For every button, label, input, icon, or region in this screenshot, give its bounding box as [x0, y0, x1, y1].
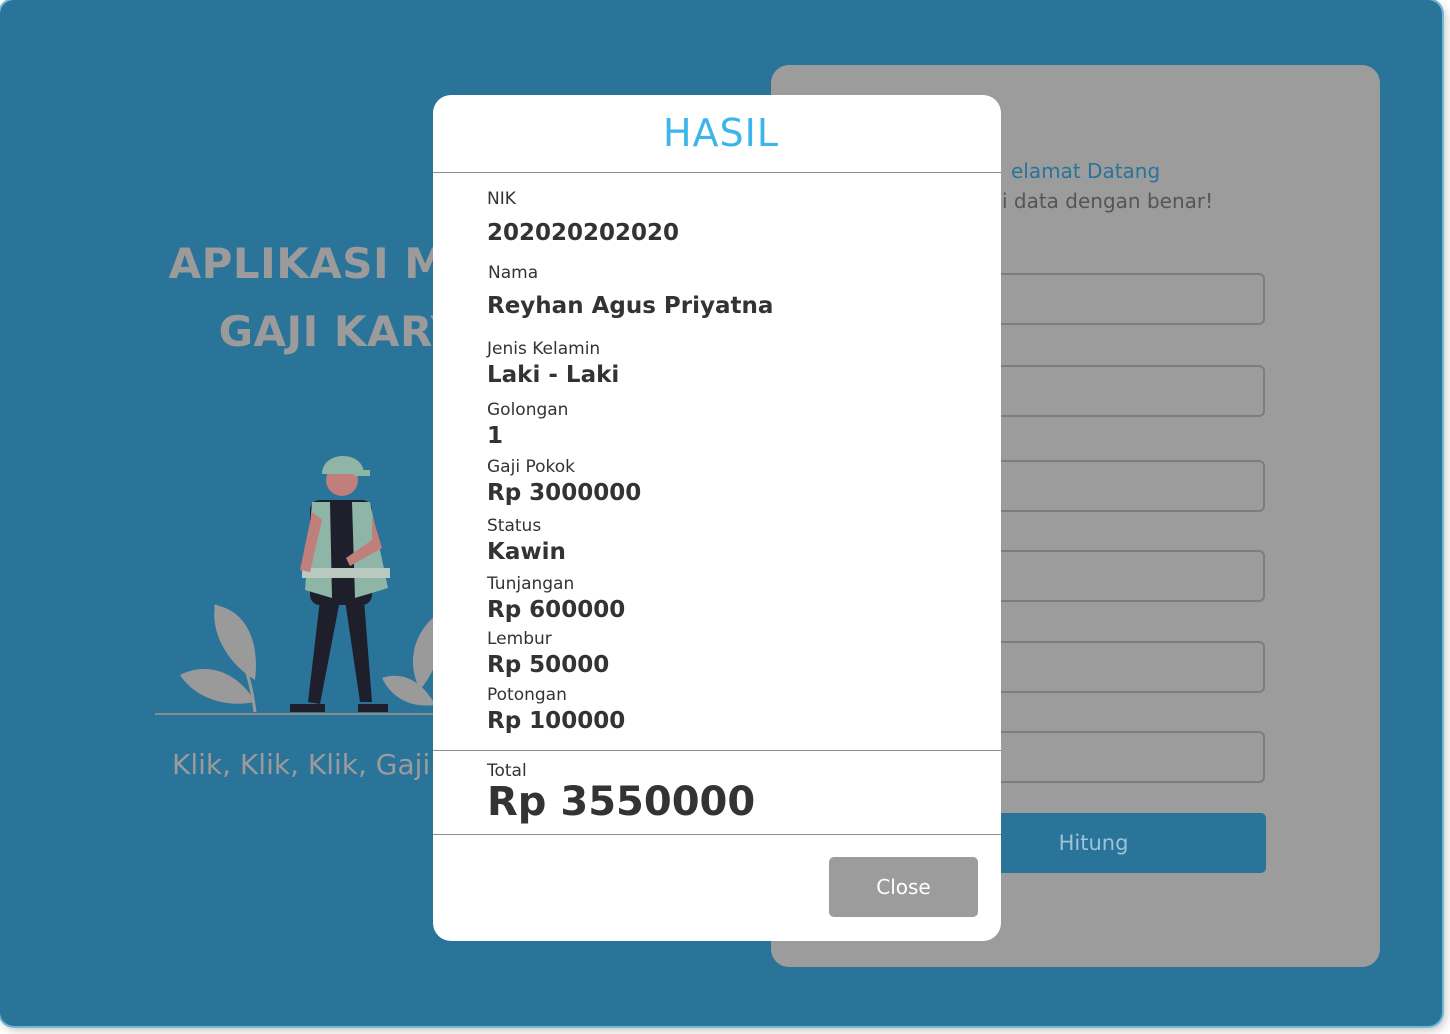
- worker-illustration: [155, 456, 450, 715]
- app-window: APLIKASI MEN GAJI KARY Klik, Klik, Klik,…: [0, 0, 1442, 1026]
- golongan-value: 1: [487, 423, 504, 449]
- modal-header-divider: [433, 172, 1001, 173]
- gaji-pokok-value: Rp 3000000: [487, 480, 642, 506]
- total-value: Rp 3550000: [487, 779, 756, 825]
- status-value: Kawin: [487, 539, 566, 565]
- hero-tagline: Klik, Klik, Klik, Gaji s: [172, 748, 454, 781]
- result-modal: HASIL NIK 202020202020 Nama Reyhan Agus …: [433, 95, 1001, 941]
- jenis-kelamin-label: Jenis Kelamin: [487, 339, 601, 359]
- gaji-pokok-label: Gaji Pokok: [487, 457, 575, 477]
- potongan-label: Potongan: [487, 685, 567, 705]
- modal-title: HASIL: [662, 111, 780, 155]
- nik-label: NIK: [487, 189, 516, 209]
- tunjangan-label: Tunjangan: [487, 574, 575, 594]
- tunjangan-value: Rp 600000: [487, 597, 626, 623]
- form-subtitle: isi data dengan benar!: [986, 189, 1214, 213]
- nama-value: Reyhan Agus Priyatna: [487, 293, 774, 319]
- form-greeting: elamat Datang: [1011, 159, 1161, 183]
- close-button[interactable]: Close: [829, 857, 978, 917]
- jenis-kelamin-value: Laki - Laki: [487, 362, 620, 388]
- footer-divider: [433, 834, 1001, 835]
- total-divider: [433, 750, 1001, 751]
- status-label: Status: [487, 516, 542, 536]
- golongan-label: Golongan: [487, 400, 569, 420]
- total-label: Total: [487, 761, 527, 781]
- nama-label: Nama: [488, 263, 539, 283]
- nik-value: 202020202020: [487, 220, 680, 246]
- lembur-value: Rp 50000: [487, 652, 610, 678]
- potongan-value: Rp 100000: [487, 708, 626, 734]
- lembur-label: Lembur: [487, 629, 552, 649]
